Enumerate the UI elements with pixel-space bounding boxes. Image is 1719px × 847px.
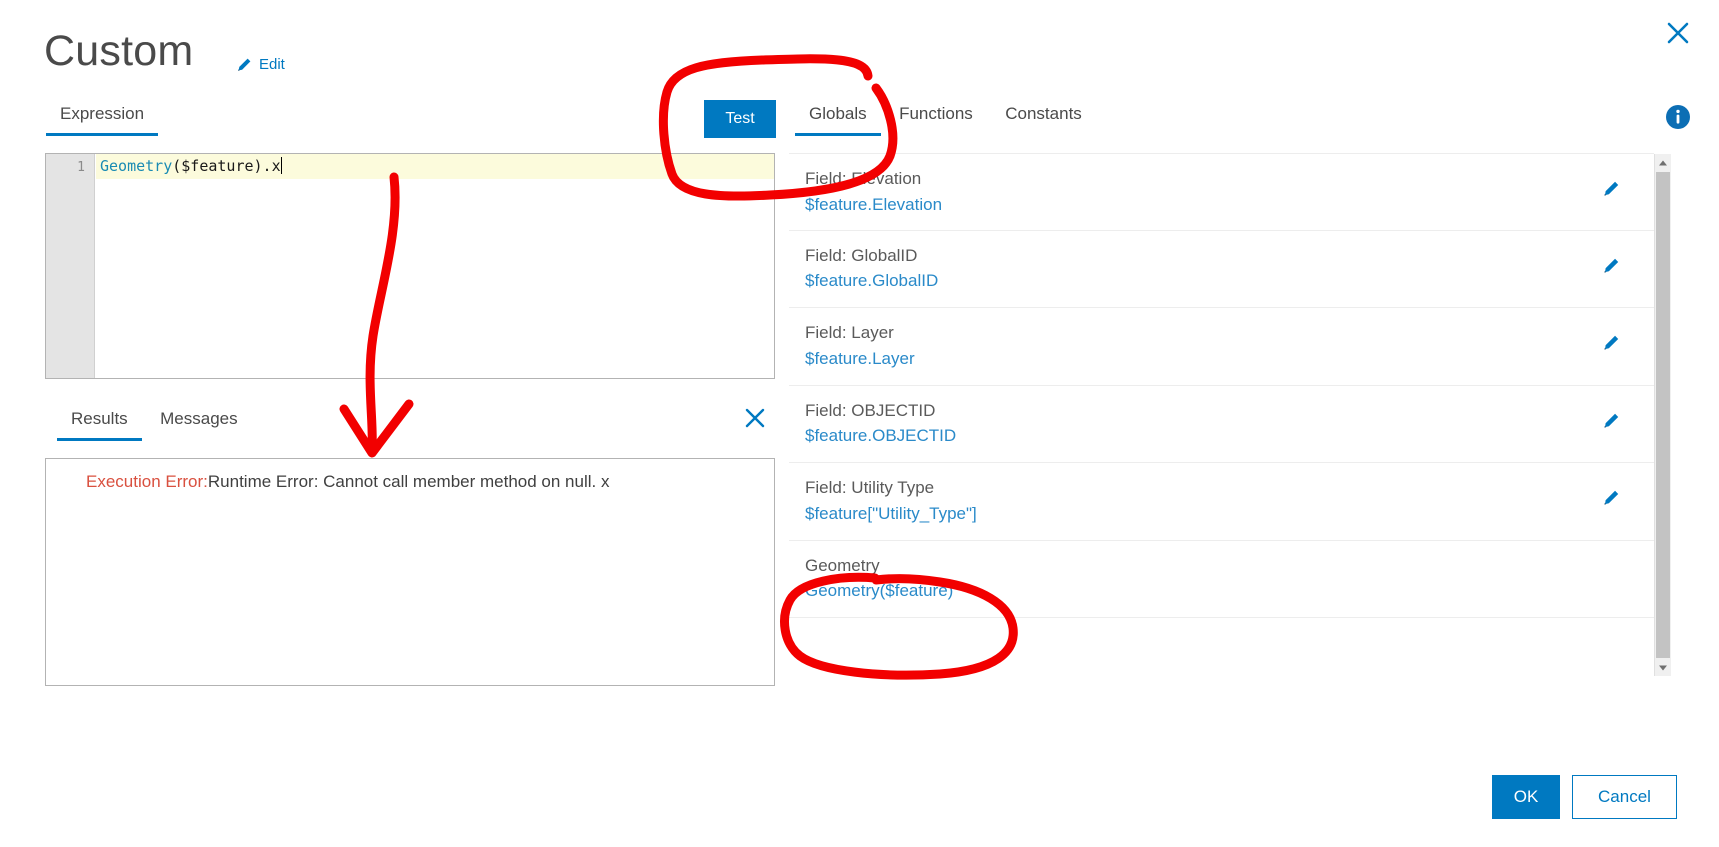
error-label: Execution Error: xyxy=(86,472,208,491)
list-item[interactable]: Field: GlobalID $feature.GlobalID xyxy=(789,231,1654,308)
close-icon[interactable] xyxy=(1663,18,1693,48)
tab-globals[interactable]: Globals xyxy=(795,100,881,136)
ok-button[interactable]: OK xyxy=(1492,775,1560,819)
globals-scrollbar[interactable] xyxy=(1654,154,1671,676)
global-expression[interactable]: $feature.Layer xyxy=(805,345,1654,372)
pencil-icon[interactable] xyxy=(1602,412,1620,430)
global-expression[interactable]: $feature["Utility_Type"] xyxy=(805,500,1654,527)
global-expression[interactable]: $feature.OBJECTID xyxy=(805,422,1654,449)
global-expression[interactable]: Geometry($feature) xyxy=(805,577,1654,604)
expression-code-editor[interactable]: 1 Geometry($feature).x xyxy=(45,153,775,379)
globals-list: Field: Elevation $feature.Elevation Fiel… xyxy=(789,153,1654,677)
global-title: Geometry xyxy=(805,555,880,575)
test-button[interactable]: Test xyxy=(704,100,776,138)
tab-expression[interactable]: Expression xyxy=(46,100,159,136)
editor-gutter: 1 xyxy=(46,154,95,378)
caret-down-icon[interactable] xyxy=(1655,659,1671,676)
code-line[interactable]: Geometry($feature).x xyxy=(96,154,774,179)
pencil-icon[interactable] xyxy=(1602,334,1620,352)
page-title: Custom xyxy=(44,27,194,75)
pencil-icon xyxy=(236,57,252,73)
global-title: Field: Layer xyxy=(805,323,894,342)
tab-constants[interactable]: Constants xyxy=(991,100,1096,136)
text-caret xyxy=(280,157,282,174)
list-item[interactable]: Field: OBJECTID $feature.OBJECTID xyxy=(789,386,1654,463)
list-item[interactable]: Field: Elevation $feature.Elevation xyxy=(789,153,1654,231)
results-tabs: Results Messages xyxy=(57,405,252,447)
line-number: 1 xyxy=(77,160,85,175)
global-expression[interactable]: $feature.GlobalID xyxy=(805,267,1654,294)
global-title: Field: Elevation xyxy=(805,169,922,188)
tab-functions[interactable]: Functions xyxy=(885,100,987,136)
error-message: Execution Error:Runtime Error: Cannot ca… xyxy=(46,459,774,494)
global-expression[interactable]: $feature.Elevation xyxy=(805,191,1654,218)
global-title: Field: GlobalID xyxy=(805,245,918,265)
list-item[interactable]: Field: Layer $feature.Layer xyxy=(789,308,1654,386)
scrollbar-thumb[interactable] xyxy=(1656,172,1670,658)
pencil-icon[interactable] xyxy=(1602,257,1620,275)
edit-label: Edit xyxy=(259,56,285,73)
global-title: Field: OBJECTID xyxy=(805,400,936,420)
pencil-icon[interactable] xyxy=(1602,180,1620,198)
close-results-icon[interactable] xyxy=(742,405,768,431)
globals-tabs: Globals Functions Constants xyxy=(795,100,1096,142)
pencil-icon[interactable] xyxy=(1602,489,1620,507)
cancel-button[interactable]: Cancel xyxy=(1572,775,1677,819)
tab-messages[interactable]: Messages xyxy=(146,405,251,441)
code-token-rest: ($feature).x xyxy=(172,157,281,175)
list-item[interactable]: Geometry Geometry($feature) xyxy=(789,541,1654,618)
code-token-function: Geometry xyxy=(100,157,173,175)
info-icon[interactable] xyxy=(1665,104,1691,130)
annotation-arrowhead xyxy=(339,399,414,458)
expression-tabs: Expression xyxy=(46,100,159,142)
tab-results[interactable]: Results xyxy=(57,405,142,441)
edit-title-button[interactable]: Edit xyxy=(236,56,285,73)
global-title: Field: Utility Type xyxy=(805,478,935,497)
caret-up-icon[interactable] xyxy=(1655,154,1671,171)
error-detail: Runtime Error: Cannot call member method… xyxy=(207,472,610,491)
list-item[interactable]: Field: Utility Type $feature["Utility_Ty… xyxy=(789,463,1654,541)
results-output-box: Execution Error:Runtime Error: Cannot ca… xyxy=(45,458,775,686)
